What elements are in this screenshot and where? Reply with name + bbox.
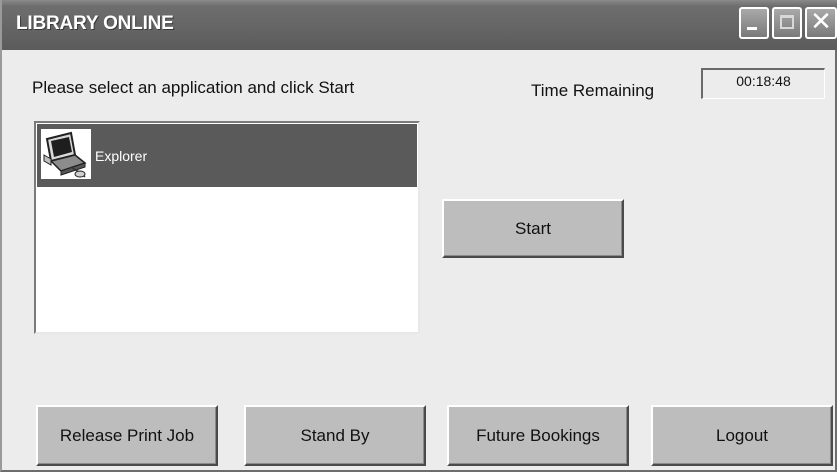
release-print-job-button[interactable]: Release Print Job	[36, 405, 218, 466]
minimize-button[interactable]	[739, 7, 769, 39]
instruction-label: Please select an application and click S…	[32, 78, 355, 97]
start-button[interactable]: Start	[442, 199, 624, 258]
window-title: LIBRARY ONLINE	[16, 13, 174, 34]
list-item-label: Explorer	[95, 148, 148, 164]
close-icon: ✕	[810, 7, 832, 37]
computer-icon	[41, 129, 91, 179]
future-bookings-button[interactable]: Future Bookings	[447, 405, 629, 466]
library-online-window: LIBRARY ONLINE ✕ Please select an applic…	[0, 0, 837, 472]
time-remaining-field: 00:18:48	[701, 68, 825, 99]
close-button[interactable]: ✕	[805, 7, 837, 39]
list-item-explorer[interactable]: Explorer	[37, 124, 417, 187]
logout-button[interactable]: Logout	[651, 405, 833, 466]
minimize-icon	[747, 27, 757, 30]
title-bar[interactable]: LIBRARY ONLINE ✕	[2, 0, 837, 50]
maximize-button[interactable]	[772, 7, 802, 39]
time-remaining-label: Time Remaining	[531, 81, 655, 100]
maximize-icon	[780, 15, 794, 29]
stand-by-button[interactable]: Stand By	[244, 405, 426, 466]
application-list[interactable]: Explorer	[34, 121, 420, 334]
